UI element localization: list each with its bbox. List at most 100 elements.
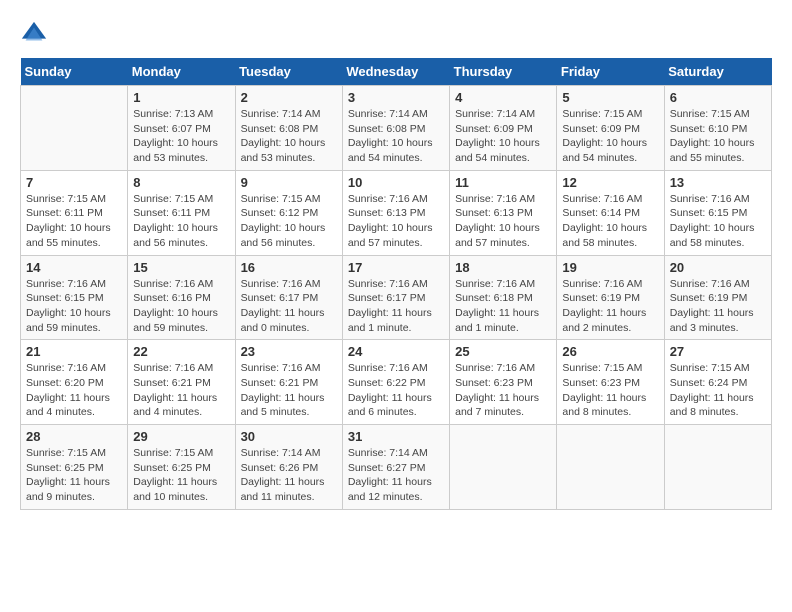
day-info: Sunrise: 7:16 AM Sunset: 6:14 PM Dayligh… bbox=[562, 192, 658, 251]
day-info: Sunrise: 7:13 AM Sunset: 6:07 PM Dayligh… bbox=[133, 107, 229, 166]
day-info: Sunrise: 7:16 AM Sunset: 6:13 PM Dayligh… bbox=[348, 192, 444, 251]
day-number: 12 bbox=[562, 175, 658, 190]
day-info: Sunrise: 7:15 AM Sunset: 6:24 PM Dayligh… bbox=[670, 361, 766, 420]
day-number: 19 bbox=[562, 260, 658, 275]
day-number: 20 bbox=[670, 260, 766, 275]
day-number: 24 bbox=[348, 344, 444, 359]
calendar-cell: 11 Sunrise: 7:16 AM Sunset: 6:13 PM Dayli… bbox=[450, 170, 557, 255]
calendar-cell bbox=[21, 86, 128, 171]
calendar-cell: 3 Sunrise: 7:14 AM Sunset: 6:08 PM Daylig… bbox=[342, 86, 449, 171]
day-info: Sunrise: 7:14 AM Sunset: 6:27 PM Dayligh… bbox=[348, 446, 444, 505]
day-info: Sunrise: 7:14 AM Sunset: 6:26 PM Dayligh… bbox=[241, 446, 337, 505]
calendar-cell: 4Sunrise: 7:14 AM Sunset: 6:09 PM Daylig… bbox=[450, 86, 557, 171]
day-info: Sunrise: 7:16 AM Sunset: 6:15 PM Dayligh… bbox=[670, 192, 766, 251]
day-number: 11 bbox=[455, 175, 551, 190]
calendar-table: SundayMondayTuesdayWednesdayThursdayFrid… bbox=[20, 58, 772, 510]
calendar-cell: 12 Sunrise: 7:16 AM Sunset: 6:14 PM Dayli… bbox=[557, 170, 664, 255]
calendar-cell: 7 Sunrise: 7:15 AM Sunset: 6:11 PM Daylig… bbox=[21, 170, 128, 255]
calendar-cell bbox=[450, 425, 557, 510]
calendar-cell: 8 Sunrise: 7:15 AM Sunset: 6:11 PM Daylig… bbox=[128, 170, 235, 255]
calendar-cell: 14Sunrise: 7:16 AM Sunset: 6:15 PM Dayli… bbox=[21, 255, 128, 340]
day-number: 10 bbox=[348, 175, 444, 190]
day-number: 25 bbox=[455, 344, 551, 359]
day-number: 13 bbox=[670, 175, 766, 190]
day-info: Sunrise: 7:15 AM Sunset: 6:25 PM Dayligh… bbox=[26, 446, 122, 505]
dow-header: Wednesday bbox=[342, 58, 449, 86]
day-info: Sunrise: 7:15 AM Sunset: 6:23 PM Dayligh… bbox=[562, 361, 658, 420]
day-number: 2 bbox=[241, 90, 337, 105]
calendar-cell: 1Sunrise: 7:13 AM Sunset: 6:07 PM Daylig… bbox=[128, 86, 235, 171]
day-number: 5 bbox=[562, 90, 658, 105]
day-number: 27 bbox=[670, 344, 766, 359]
day-info: Sunrise: 7:14 AM Sunset: 6:08 PM Dayligh… bbox=[241, 107, 337, 166]
day-info: Sunrise: 7:16 AM Sunset: 6:17 PM Dayligh… bbox=[241, 277, 337, 336]
logo-icon bbox=[20, 20, 48, 48]
day-number: 6 bbox=[670, 90, 766, 105]
day-info: Sunrise: 7:16 AM Sunset: 6:20 PM Dayligh… bbox=[26, 361, 122, 420]
day-info: Sunrise: 7:16 AM Sunset: 6:21 PM Dayligh… bbox=[241, 361, 337, 420]
day-number: 26 bbox=[562, 344, 658, 359]
page-header bbox=[20, 20, 772, 48]
calendar-cell: 30 Sunrise: 7:14 AM Sunset: 6:26 PM Dayli… bbox=[235, 425, 342, 510]
day-info: Sunrise: 7:16 AM Sunset: 6:19 PM Dayligh… bbox=[562, 277, 658, 336]
day-number: 23 bbox=[241, 344, 337, 359]
dow-header: Thursday bbox=[450, 58, 557, 86]
day-number: 4 bbox=[455, 90, 551, 105]
day-info: Sunrise: 7:14 AM Sunset: 6:08 PM Dayligh… bbox=[348, 107, 444, 166]
calendar-cell: 29Sunrise: 7:15 AM Sunset: 6:25 PM Dayli… bbox=[128, 425, 235, 510]
dow-header: Sunday bbox=[21, 58, 128, 86]
dow-header: Friday bbox=[557, 58, 664, 86]
day-info: Sunrise: 7:16 AM Sunset: 6:13 PM Dayligh… bbox=[455, 192, 551, 251]
calendar-cell bbox=[557, 425, 664, 510]
dow-header: Saturday bbox=[664, 58, 771, 86]
calendar-week-row: 1Sunrise: 7:13 AM Sunset: 6:07 PM Daylig… bbox=[21, 86, 772, 171]
day-info: Sunrise: 7:15 AM Sunset: 6:09 PM Dayligh… bbox=[562, 107, 658, 166]
day-number: 3 bbox=[348, 90, 444, 105]
day-number: 7 bbox=[26, 175, 122, 190]
day-info: Sunrise: 7:15 AM Sunset: 6:25 PM Dayligh… bbox=[133, 446, 229, 505]
day-info: Sunrise: 7:16 AM Sunset: 6:21 PM Dayligh… bbox=[133, 361, 229, 420]
day-info: Sunrise: 7:16 AM Sunset: 6:23 PM Dayligh… bbox=[455, 361, 551, 420]
calendar-cell: 13 Sunrise: 7:16 AM Sunset: 6:15 PM Dayli… bbox=[664, 170, 771, 255]
day-number: 30 bbox=[241, 429, 337, 444]
day-info: Sunrise: 7:15 AM Sunset: 6:11 PM Dayligh… bbox=[133, 192, 229, 251]
day-number: 17 bbox=[348, 260, 444, 275]
days-of-week-row: SundayMondayTuesdayWednesdayThursdayFrid… bbox=[21, 58, 772, 86]
day-info: Sunrise: 7:16 AM Sunset: 6:17 PM Dayligh… bbox=[348, 277, 444, 336]
calendar-cell: 6Sunrise: 7:15 AM Sunset: 6:10 PM Daylig… bbox=[664, 86, 771, 171]
calendar-cell: 5 Sunrise: 7:15 AM Sunset: 6:09 PM Daylig… bbox=[557, 86, 664, 171]
calendar-cell: 31 Sunrise: 7:14 AM Sunset: 6:27 PM Dayli… bbox=[342, 425, 449, 510]
logo bbox=[20, 20, 50, 48]
calendar-cell: 21 Sunrise: 7:16 AM Sunset: 6:20 PM Dayli… bbox=[21, 340, 128, 425]
calendar-cell: 28 Sunrise: 7:15 AM Sunset: 6:25 PM Dayli… bbox=[21, 425, 128, 510]
calendar-cell bbox=[664, 425, 771, 510]
calendar-week-row: 28 Sunrise: 7:15 AM Sunset: 6:25 PM Dayli… bbox=[21, 425, 772, 510]
dow-header: Tuesday bbox=[235, 58, 342, 86]
calendar-cell: 2 Sunrise: 7:14 AM Sunset: 6:08 PM Daylig… bbox=[235, 86, 342, 171]
day-number: 22 bbox=[133, 344, 229, 359]
calendar-cell: 26 Sunrise: 7:15 AM Sunset: 6:23 PM Dayli… bbox=[557, 340, 664, 425]
calendar-cell: 9 Sunrise: 7:15 AM Sunset: 6:12 PM Daylig… bbox=[235, 170, 342, 255]
calendar-cell: 19 Sunrise: 7:16 AM Sunset: 6:19 PM Dayli… bbox=[557, 255, 664, 340]
day-number: 21 bbox=[26, 344, 122, 359]
day-info: Sunrise: 7:15 AM Sunset: 6:12 PM Dayligh… bbox=[241, 192, 337, 251]
calendar-cell: 18 Sunrise: 7:16 AM Sunset: 6:18 PM Dayli… bbox=[450, 255, 557, 340]
dow-header: Monday bbox=[128, 58, 235, 86]
day-info: Sunrise: 7:16 AM Sunset: 6:15 PM Dayligh… bbox=[26, 277, 122, 336]
calendar-week-row: 7 Sunrise: 7:15 AM Sunset: 6:11 PM Daylig… bbox=[21, 170, 772, 255]
day-number: 8 bbox=[133, 175, 229, 190]
calendar-week-row: 14Sunrise: 7:16 AM Sunset: 6:15 PM Dayli… bbox=[21, 255, 772, 340]
day-number: 31 bbox=[348, 429, 444, 444]
day-info: Sunrise: 7:15 AM Sunset: 6:11 PM Dayligh… bbox=[26, 192, 122, 251]
day-number: 28 bbox=[26, 429, 122, 444]
day-number: 9 bbox=[241, 175, 337, 190]
calendar-cell: 27 Sunrise: 7:15 AM Sunset: 6:24 PM Dayli… bbox=[664, 340, 771, 425]
day-number: 18 bbox=[455, 260, 551, 275]
day-info: Sunrise: 7:16 AM Sunset: 6:19 PM Dayligh… bbox=[670, 277, 766, 336]
day-info: Sunrise: 7:16 AM Sunset: 6:18 PM Dayligh… bbox=[455, 277, 551, 336]
calendar-week-row: 21 Sunrise: 7:16 AM Sunset: 6:20 PM Dayli… bbox=[21, 340, 772, 425]
calendar-cell: 17 Sunrise: 7:16 AM Sunset: 6:17 PM Dayli… bbox=[342, 255, 449, 340]
day-number: 16 bbox=[241, 260, 337, 275]
calendar-cell: 16 Sunrise: 7:16 AM Sunset: 6:17 PM Dayli… bbox=[235, 255, 342, 340]
calendar-cell: 15Sunrise: 7:16 AM Sunset: 6:16 PM Dayli… bbox=[128, 255, 235, 340]
